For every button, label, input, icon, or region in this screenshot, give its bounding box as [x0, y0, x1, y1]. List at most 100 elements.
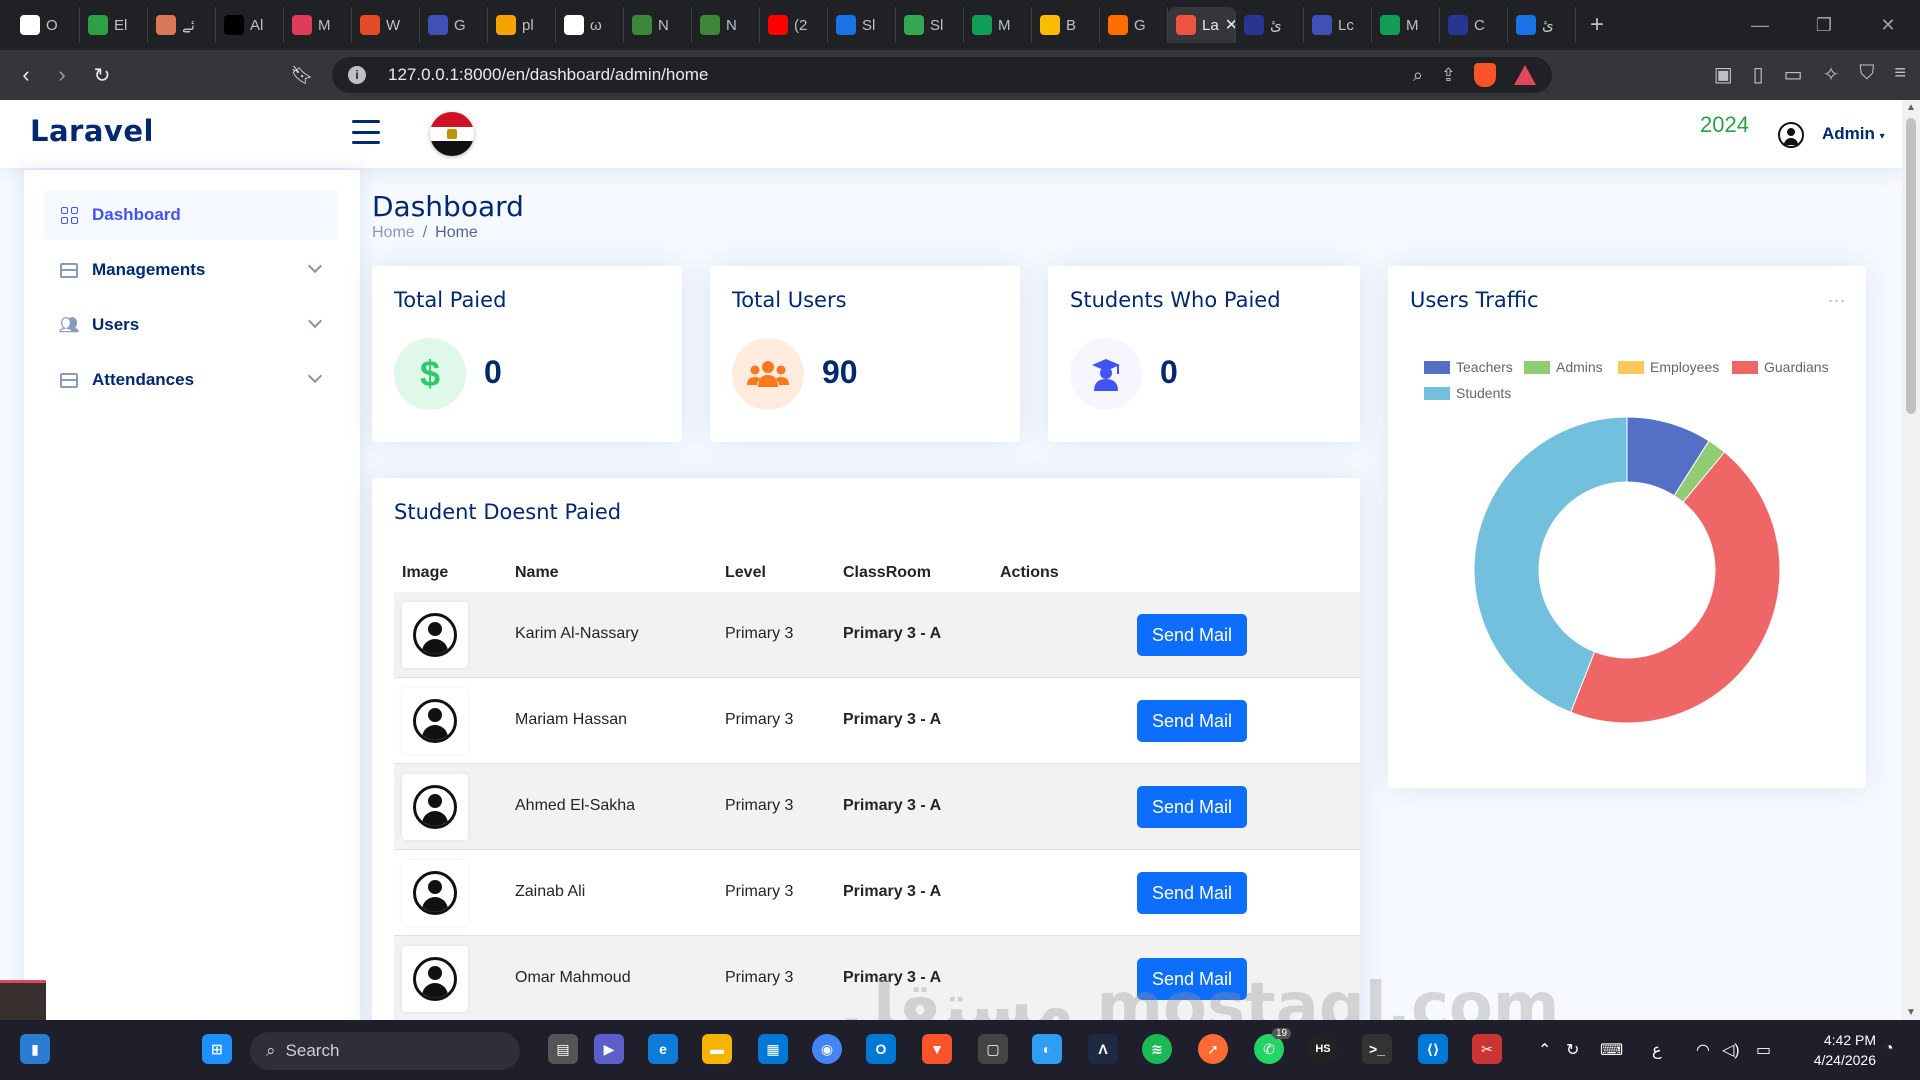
- browser-tab[interactable]: G: [1100, 7, 1168, 43]
- browser-tab[interactable]: El: [80, 7, 148, 43]
- send-mail-button[interactable]: Send Mail: [1137, 786, 1247, 828]
- sync-icon[interactable]: ↻: [1566, 1040, 1579, 1060]
- browser-tab[interactable]: M: [964, 7, 1032, 43]
- zoom-icon[interactable]: ⌕: [1413, 65, 1423, 86]
- browser-tab[interactable]: M: [284, 7, 352, 43]
- close-tab-icon[interactable]: ✕: [1225, 15, 1235, 35]
- sidebar-toggle-icon[interactable]: [352, 120, 380, 144]
- browser-tab[interactable]: Sl: [828, 7, 896, 43]
- chrome-icon[interactable]: ◉: [812, 1034, 842, 1064]
- browser-tab[interactable]: B: [1032, 7, 1100, 43]
- user-avatar-icon[interactable]: [1778, 122, 1804, 148]
- edge-icon[interactable]: e: [648, 1034, 678, 1064]
- browser-tab[interactable]: ئ: [1508, 7, 1576, 43]
- address-bar[interactable]: i 127.0.0.1:8000/en/dashboard/admin/home…: [332, 57, 1552, 93]
- brave-rewards-icon[interactable]: [1514, 65, 1536, 85]
- browser-tab[interactable]: O: [12, 7, 80, 43]
- scroll-up-icon[interactable]: ▲: [1906, 102, 1916, 113]
- store-icon[interactable]: ▦: [758, 1034, 788, 1064]
- battery-icon[interactable]: ▭: [1756, 1040, 1771, 1060]
- share-icon[interactable]: ⇪: [1441, 65, 1456, 86]
- legend-item[interactable]: Teachers: [1424, 359, 1513, 375]
- legend-item[interactable]: Admins: [1524, 359, 1603, 375]
- tab-label: ω: [590, 16, 602, 34]
- send-mail-button[interactable]: Send Mail: [1137, 700, 1247, 742]
- send-mail-button[interactable]: Send Mail: [1137, 872, 1247, 914]
- file-explorer-icon[interactable]: ▬: [702, 1034, 732, 1064]
- vertical-scrollbar[interactable]: ▲ ▼: [1902, 100, 1920, 1020]
- task-view-icon[interactable]: ▤: [548, 1034, 578, 1064]
- browser-tab[interactable]: W: [352, 7, 420, 43]
- browser-tab[interactable]: ئے: [148, 7, 216, 43]
- browser-tab[interactable]: Al: [216, 7, 284, 43]
- notifications-icon[interactable]: ◔: [1884, 1040, 1894, 1058]
- volume-icon[interactable]: ◁): [1722, 1040, 1740, 1060]
- spotify-icon[interactable]: ≋: [1142, 1034, 1172, 1064]
- browser-tab[interactable]: N: [624, 7, 692, 43]
- teams-icon[interactable]: ▶: [594, 1034, 624, 1064]
- reader-mode-icon[interactable]: ▣: [1714, 62, 1733, 87]
- vpn-icon[interactable]: ⛉: [1859, 62, 1874, 87]
- browser-tab[interactable]: pl: [488, 7, 556, 43]
- arc-icon[interactable]: Λ: [1088, 1034, 1118, 1064]
- browser-tab[interactable]: ئ: [1236, 7, 1304, 43]
- back-icon[interactable]: ‹: [8, 57, 44, 93]
- send-mail-button[interactable]: Send Mail: [1137, 614, 1247, 656]
- sidebar-item-users[interactable]: 👥︎ Users: [44, 300, 338, 350]
- browser-tab[interactable]: Lc: [1304, 7, 1372, 43]
- language-indicator[interactable]: ع: [1652, 1040, 1662, 1060]
- brave-shields-icon[interactable]: [1474, 63, 1496, 87]
- legend-item[interactable]: Guardians: [1732, 359, 1829, 375]
- restore-icon[interactable]: ❐: [1792, 0, 1856, 50]
- leo-ai-icon[interactable]: ✧: [1823, 62, 1840, 87]
- forward-icon[interactable]: ›: [44, 57, 80, 93]
- tray-expand-icon[interactable]: ⌃: [1538, 1040, 1551, 1060]
- legend-item[interactable]: Employees: [1618, 359, 1719, 375]
- reload-icon[interactable]: ↻: [84, 57, 120, 93]
- sidebar-item-managements[interactable]: Managements: [44, 245, 338, 295]
- browser-tab[interactable]: C: [1440, 7, 1508, 43]
- language-flag-icon[interactable]: [430, 112, 474, 156]
- browser-tab[interactable]: N: [692, 7, 760, 43]
- legend-item[interactable]: Students: [1424, 385, 1511, 401]
- grid-icon: [60, 206, 78, 224]
- browser-tab[interactable]: ω: [556, 7, 624, 43]
- minimize-icon[interactable]: —: [1728, 0, 1792, 50]
- browser-tab[interactable]: G: [420, 7, 488, 43]
- menu-icon[interactable]: ≡: [1894, 62, 1906, 87]
- scroll-down-icon[interactable]: ▼: [1906, 1007, 1916, 1018]
- wallet-icon[interactable]: ▭: [1784, 62, 1803, 87]
- taskbar-search[interactable]: ⌕ Search: [250, 1032, 520, 1070]
- hs-icon[interactable]: HS: [1308, 1034, 1338, 1064]
- terminal-icon[interactable]: >_: [1362, 1034, 1392, 1064]
- app-logo[interactable]: Laravel: [30, 114, 154, 148]
- browser-tab[interactable]: Sl: [896, 7, 964, 43]
- sidebar-toggle-icon[interactable]: ▯: [1753, 62, 1764, 87]
- site-info-icon[interactable]: i: [348, 66, 366, 84]
- vscode-icon[interactable]: ⟨⟩: [1418, 1034, 1448, 1064]
- user-menu[interactable]: Admin ▾: [1822, 124, 1885, 144]
- laravel-debugbar-icon[interactable]: [0, 980, 46, 1020]
- system-clock[interactable]: 4:42 PM 4/24/2026: [1780, 1030, 1876, 1070]
- close-window-icon[interactable]: ✕: [1856, 0, 1920, 50]
- browser-tab[interactable]: M: [1372, 7, 1440, 43]
- scrollbar-thumb[interactable]: [1906, 118, 1916, 414]
- brave-icon[interactable]: ▼: [922, 1034, 952, 1064]
- breadcrumb-home-link[interactable]: Home: [372, 224, 415, 241]
- sidebar-item-attendances[interactable]: Attendances: [44, 355, 338, 405]
- bookmark-icon[interactable]: 🔖︎: [284, 57, 320, 93]
- start-icon[interactable]: ⊞: [202, 1034, 232, 1064]
- browser-tab[interactable]: (2: [760, 7, 828, 43]
- app-icon[interactable]: ▢: [978, 1034, 1008, 1064]
- more-options-icon[interactable]: ...: [1828, 286, 1846, 307]
- sidebar-item-dashboard[interactable]: Dashboard: [44, 190, 338, 240]
- new-tab-icon[interactable]: +: [1590, 11, 1604, 39]
- widgets-icon[interactable]: ▮: [20, 1034, 50, 1064]
- browser-icon[interactable]: ◐: [1032, 1034, 1062, 1064]
- outlook-icon[interactable]: O: [866, 1034, 896, 1064]
- browser-tab[interactable]: La ✕: [1168, 7, 1236, 43]
- keyboard-icon[interactable]: ⌨: [1600, 1040, 1623, 1060]
- postman-icon[interactable]: ➚: [1198, 1034, 1228, 1064]
- snipping-tool-icon[interactable]: ✂: [1472, 1034, 1502, 1064]
- wifi-icon[interactable]: ◠: [1696, 1040, 1710, 1060]
